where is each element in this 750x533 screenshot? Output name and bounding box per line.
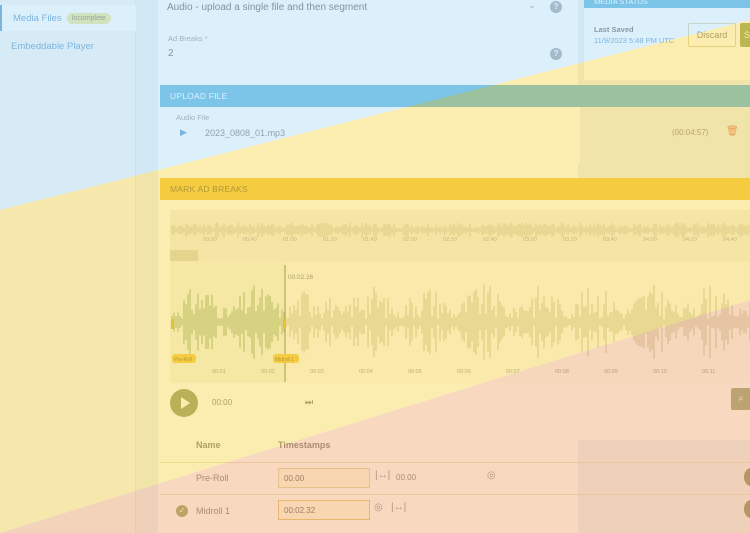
row-name-midroll: Midroll 1 [196, 506, 231, 516]
detail-tick-label: 00:07 [506, 369, 520, 375]
audio-mode-value: Audio - upload a single file and then se… [167, 2, 368, 13]
last-saved-value: 11/9/2023 5:48 PM UTC [594, 36, 675, 45]
pre-roll-marker-label: Pre-Roll [174, 357, 192, 363]
overview-tick-label: 02:20 [443, 237, 457, 243]
overview-tick-label: 02:00 [403, 237, 417, 243]
overview-tick-label: 03:20 [563, 237, 577, 243]
locate-icon[interactable]: ◎ [374, 502, 383, 513]
help-icon[interactable]: ? [550, 48, 562, 60]
waveform-editor[interactable]: 00:20 00:40 01:00 01:20 01:40 02:00 02:20 02:40… [170, 210, 750, 385]
detail-tick-label: 00:09 [604, 369, 618, 375]
sidebar-item-label: Embeddable Player [11, 40, 94, 52]
column-header-name: Name [196, 440, 221, 450]
row-action-button[interactable] [744, 500, 750, 518]
pre-roll-start-input[interactable]: 00.00 [278, 468, 370, 488]
ad-region [170, 262, 286, 382]
ad-breaks-input[interactable]: 2 [168, 48, 208, 59]
mark-ad-breaks-header: MARK AD BREAKS [160, 178, 750, 200]
midroll-marker-label: Midroll 1 [275, 357, 294, 363]
trash-icon[interactable]: 🗑 [726, 126, 739, 137]
upload-file-panel: Audio File ▶ 2023_0808_01.mp3 [160, 107, 580, 163]
divider [160, 462, 750, 463]
row-name-pre-roll: Pre-Roll [196, 473, 229, 483]
upload-file-header: UPLOAD FILE [160, 85, 750, 107]
detail-tick-label: 00:10 [653, 369, 667, 375]
detail-tick-label: 00:05 [408, 369, 422, 375]
save-button[interactable]: S [740, 23, 750, 47]
sidebar-item-label: Media Files [13, 12, 62, 24]
detail-tick-label: 00:03 [310, 369, 324, 375]
detail-tick-label: 00:01 [212, 369, 226, 375]
help-icon[interactable]: ? [550, 1, 562, 13]
discard-button[interactable]: Discard [688, 23, 736, 47]
sidebar: Media Files Incomplete Embeddable Player [0, 0, 136, 533]
skip-end-icon[interactable]: ⏭ [305, 397, 313, 408]
play-button[interactable] [170, 389, 198, 417]
scroll-handle[interactable] [170, 250, 198, 261]
fit-width-icon[interactable]: |↔| [375, 470, 390, 481]
overview-tick-label: 04:40 [723, 237, 737, 243]
overview-tick-label: 00:40 [243, 237, 257, 243]
region-handle-right[interactable] [283, 319, 286, 329]
divider [160, 494, 750, 495]
audio-duration: (00:04:57) [672, 128, 709, 137]
column-header-timestamps: Timestamps [278, 440, 331, 450]
media-status-header: MEDIA STATUS [584, 0, 750, 8]
overview-tick-label: 01:20 [323, 237, 337, 243]
overview-tick-label: 00:20 [203, 237, 217, 243]
cursor-time: 00:02.26 [288, 274, 314, 281]
row-action-button[interactable] [744, 468, 750, 486]
audio-file-label: Audio File [176, 113, 210, 122]
audio-mode-select[interactable]: Audio - upload a single file and then se… [158, 2, 578, 16]
sidebar-item-embeddable-player[interactable]: Embeddable Player [0, 33, 136, 59]
play-icon[interactable]: ▶ [180, 127, 187, 138]
fit-width-icon[interactable]: |↔| [391, 502, 406, 513]
pre-roll-end: 00.00 [396, 473, 417, 482]
overview-tick-label: 03:40 [603, 237, 617, 243]
region-handle-left[interactable] [171, 319, 174, 329]
midroll-start-input[interactable]: 00:02.32 [278, 500, 370, 520]
status-badge: Incomplete [66, 12, 111, 24]
overview-tick-label: 04:20 [683, 237, 697, 243]
check-icon: ✓ [176, 505, 188, 517]
zoom-icon[interactable]: ⌕ [731, 388, 750, 410]
overview-tick-label: 01:00 [283, 237, 297, 243]
detail-tick-label: 00:06 [457, 369, 471, 375]
locate-icon[interactable]: ◎ [487, 470, 496, 481]
overview-tick-label: 03:00 [523, 237, 537, 243]
overview-tick-label: 04:00 [643, 237, 657, 243]
detail-tick-label: 00:02 [261, 369, 275, 375]
detail-tick-label: 00:04 [359, 369, 373, 375]
play-time: 00:00 [212, 398, 233, 407]
detail-tick-label: 00:08 [555, 369, 569, 375]
overview-tick-label: 02:40 [483, 237, 497, 243]
chevron-down-icon[interactable]: ⌄ [528, 0, 536, 11]
last-saved-label: Last Saved [594, 25, 634, 34]
audio-file-name: 2023_0808_01.mp3 [205, 128, 286, 138]
detail-tick-label: 00:11 [702, 369, 715, 375]
ad-breaks-label: Ad Breaks * [168, 34, 208, 43]
overview-tick-label: 01:40 [363, 237, 377, 243]
sidebar-item-media-files[interactable]: Media Files Incomplete [0, 5, 136, 31]
